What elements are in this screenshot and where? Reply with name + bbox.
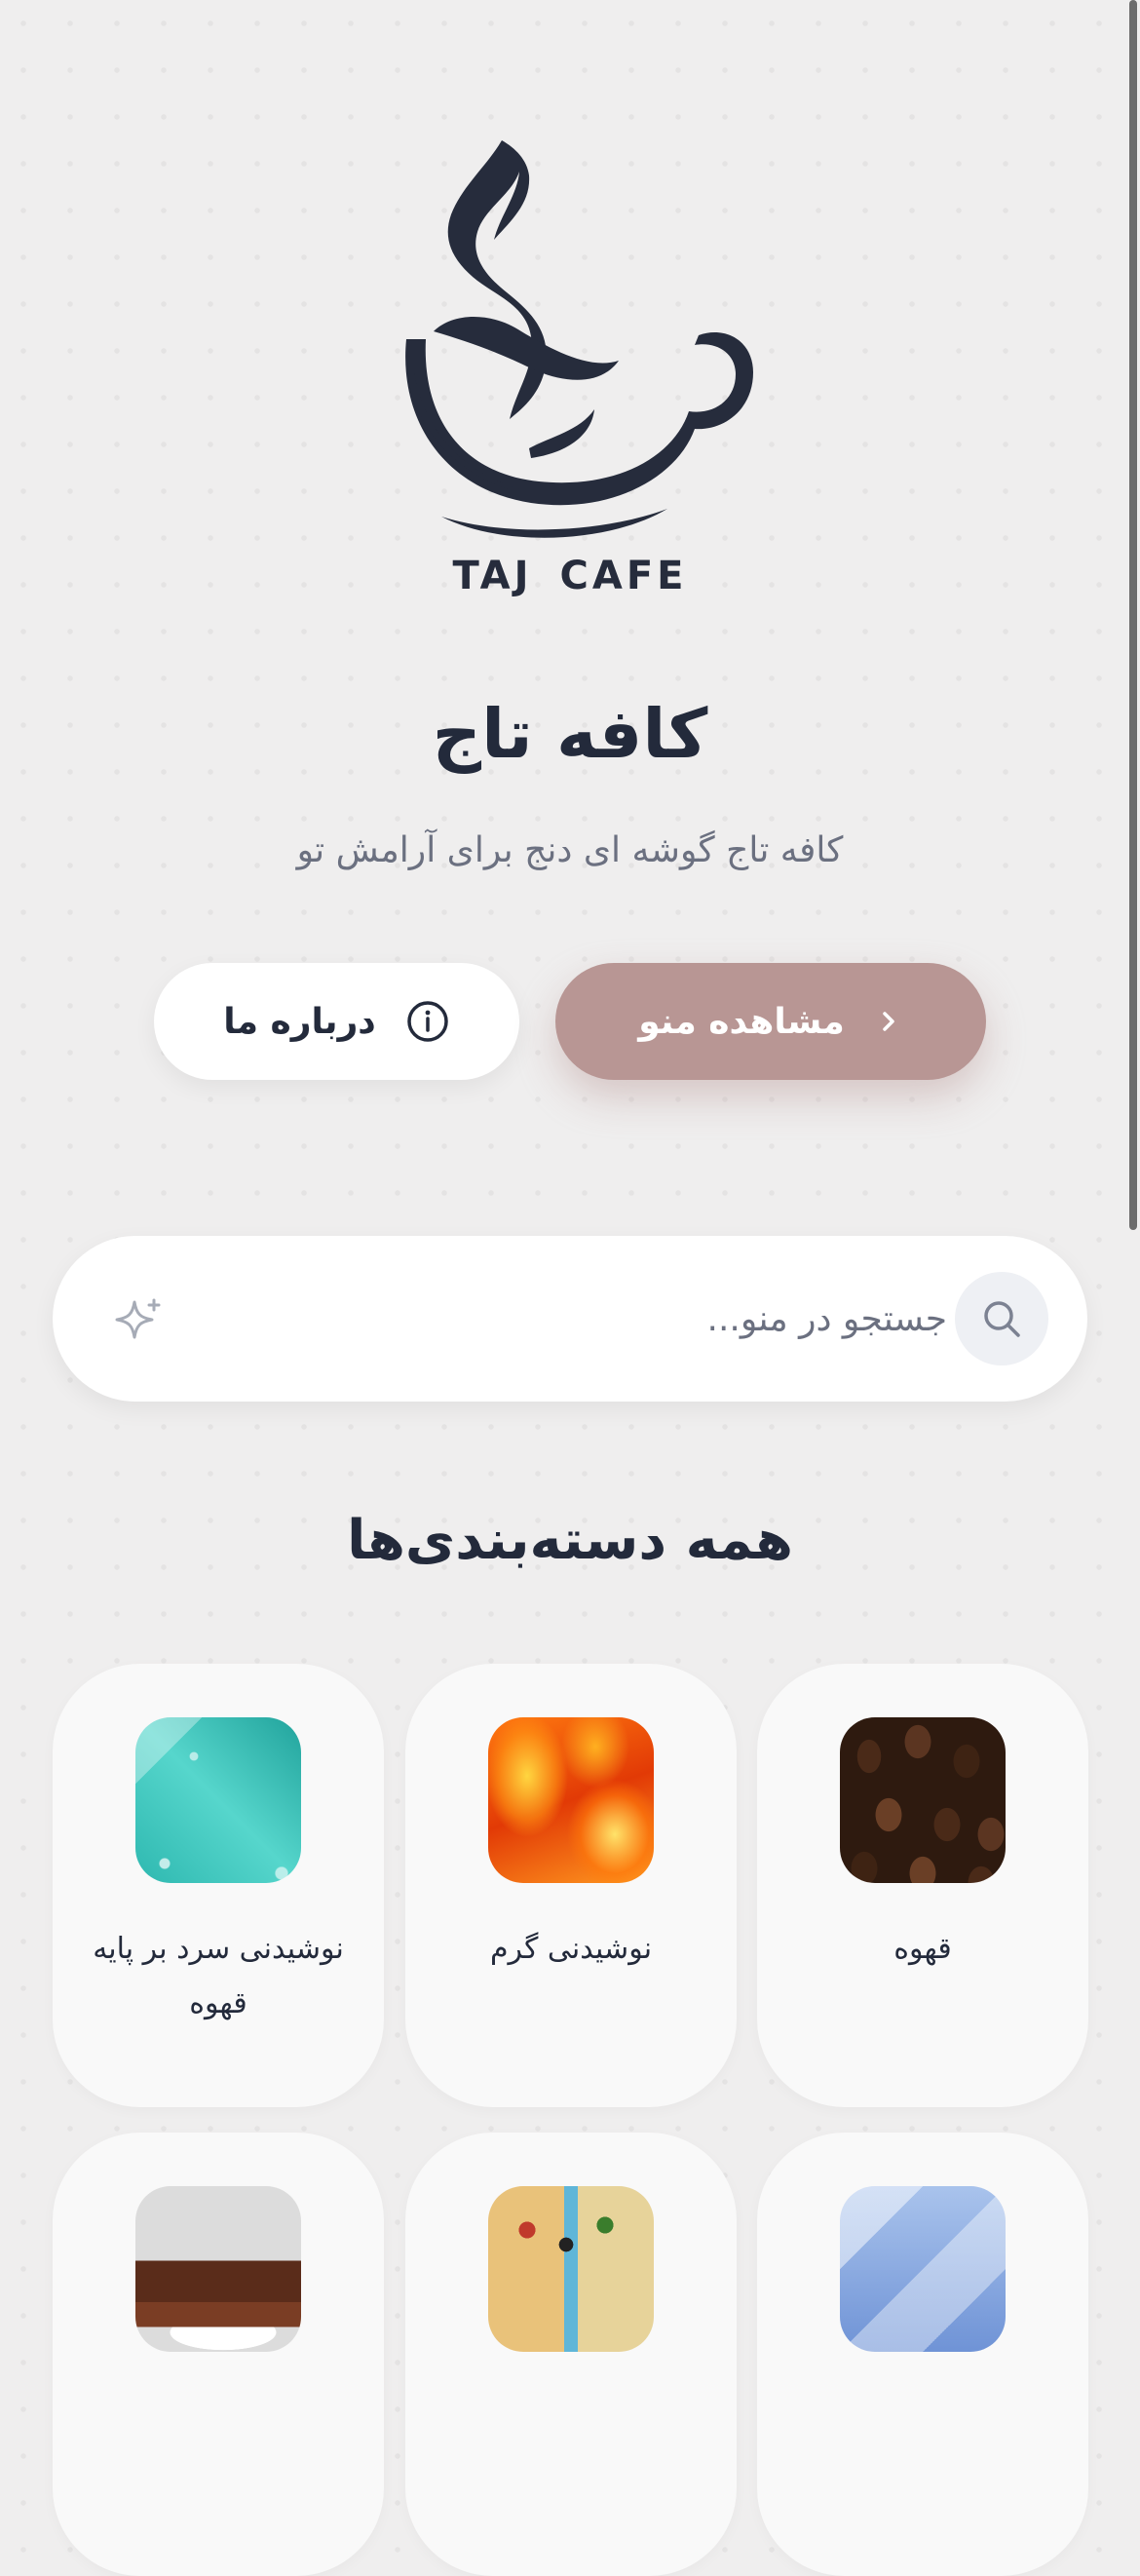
about-us-button[interactable]: درباره ما — [154, 963, 519, 1080]
logo-wordmark: TAJ CAFE — [0, 554, 1140, 598]
category-card-5[interactable] — [405, 2133, 737, 2576]
logo-word-cafe: CAFE — [559, 554, 688, 598]
ice-water-image — [135, 1717, 301, 1883]
coffee-cup-steam-logo — [405, 140, 753, 538]
about-us-label: درباره ما — [223, 1001, 376, 1042]
categories-title: همه دسته‌بندی‌ها — [347, 1509, 793, 1572]
category-label: قهوه — [893, 1932, 952, 1966]
view-menu-button[interactable]: مشاهده منو — [555, 963, 986, 1080]
search-button[interactable] — [955, 1272, 1048, 1365]
tagline: کافه تاج گوشه ای دنج برای آرامش تو — [296, 830, 844, 870]
scrollbar-thumb[interactable] — [1129, 0, 1137, 1230]
category-card-hot-drinks[interactable]: نوشیدنی گرم — [405, 1664, 737, 2107]
page-title: کافه تاج — [432, 694, 708, 774]
category-card-6[interactable] — [53, 2133, 384, 2576]
ice-cubes-image — [840, 2186, 1006, 2352]
search-input[interactable] — [199, 1236, 959, 1402]
chevron-left-icon — [883, 1012, 894, 1031]
sparkle-icon[interactable] — [115, 1296, 164, 1345]
category-card-coffee[interactable]: قهوه — [757, 1664, 1088, 2107]
toast-sandwich-image — [488, 2186, 654, 2352]
search-bar — [53, 1236, 1087, 1402]
category-card-4[interactable] — [757, 2133, 1088, 2576]
search-icon — [984, 1301, 1020, 1337]
coffee-beans-image — [840, 1717, 1006, 1883]
logo-word-taj: TAJ — [452, 554, 533, 598]
view-menu-label: مشاهده منو — [638, 1001, 845, 1042]
fire-image — [488, 1717, 654, 1883]
category-label: نوشیدنی سرد بر پایه قهوه — [93, 1932, 344, 2020]
scrollbar[interactable] — [1126, 0, 1140, 2272]
category-label: نوشیدنی گرم — [489, 1932, 653, 1966]
info-icon — [407, 1001, 448, 1042]
chocolate-cake-image — [135, 2186, 301, 2352]
category-card-cold-coffee-drinks[interactable]: نوشیدنی سرد بر پایه قهوه — [53, 1664, 384, 2107]
